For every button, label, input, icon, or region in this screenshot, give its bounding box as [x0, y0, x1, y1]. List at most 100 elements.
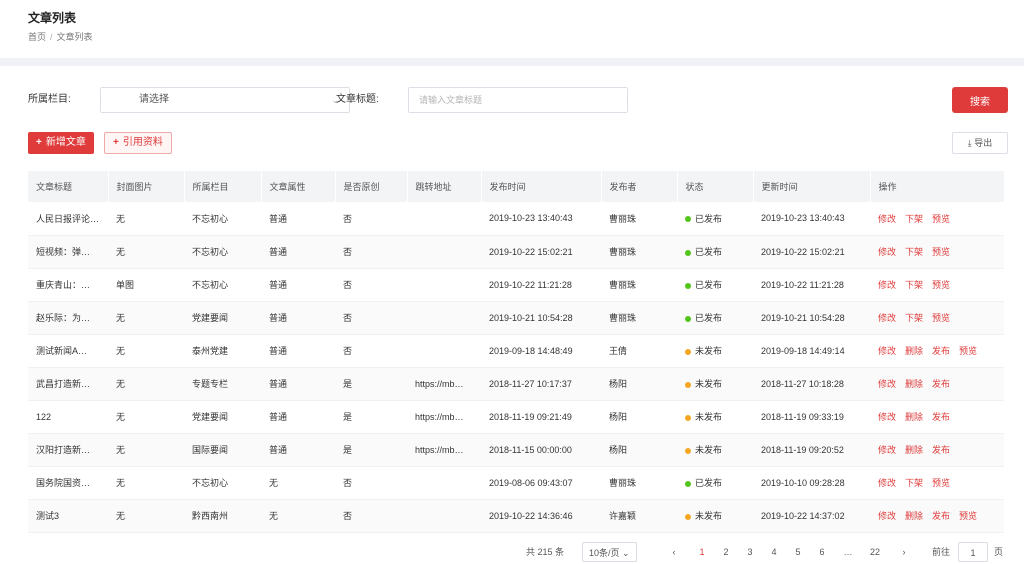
- page-2[interactable]: 2: [719, 542, 733, 562]
- add-article-label: 新增文章: [45, 137, 86, 148]
- cell-cover: 无: [108, 367, 184, 401]
- search-button[interactable]: 搜索: [952, 87, 1008, 113]
- col-header-status: 状态: [677, 171, 754, 202]
- cell-original: 否: [335, 334, 407, 368]
- cell-ops: 修改 删除 发布 预览: [870, 334, 1004, 368]
- row-action-link[interactable]: 预览: [932, 313, 950, 323]
- cell-attr: 普通: [261, 334, 335, 368]
- page-size-select[interactable]: 10条/页 ⌄: [582, 542, 637, 562]
- status-dot-icon: [685, 414, 691, 421]
- status-badge: 已发布: [695, 213, 723, 224]
- row-action-link[interactable]: 修改: [878, 511, 896, 521]
- next-page-button[interactable]: ›: [897, 542, 911, 562]
- import-material-button[interactable]: + 引用资料: [104, 132, 172, 154]
- row-action-link[interactable]: 下架: [905, 280, 923, 290]
- row-action-link[interactable]: 修改: [878, 412, 896, 422]
- status-badge: 已发布: [695, 313, 723, 323]
- page-4[interactable]: 4: [767, 542, 781, 562]
- breadcrumb: 首页 / 文章列表: [28, 32, 93, 42]
- row-action-link[interactable]: 预览: [932, 247, 950, 257]
- cell-ops: 修改 删除 发布: [870, 400, 1004, 434]
- row-action-link[interactable]: 修改: [878, 478, 896, 488]
- cell-link[interactable]: https://mb…: [407, 400, 481, 434]
- row-action-link[interactable]: 修改: [878, 313, 896, 323]
- row-action-link[interactable]: 发布: [932, 511, 950, 521]
- cell-pub-time: 2019-09-18 14:48:49: [481, 334, 601, 368]
- row-action-link[interactable]: 删除: [905, 412, 923, 422]
- row-action-link[interactable]: 修改: [878, 214, 896, 224]
- row-action-link[interactable]: 修改: [878, 247, 896, 257]
- cell-cover: 无: [108, 334, 184, 368]
- page-last[interactable]: 22: [868, 542, 882, 562]
- cell-pub-time: 2019-10-22 15:02:21: [481, 235, 601, 269]
- row-action-link[interactable]: 下架: [905, 478, 923, 488]
- row-action-link[interactable]: 删除: [905, 445, 923, 455]
- row-action-link[interactable]: 下架: [905, 247, 923, 257]
- table-row: 122 无党建要闻 普通是 https://mb… 2018-11-19 09:21:4…: [28, 400, 1004, 434]
- content-panel: 所属栏目: 请选择 ⌄ 文章标题: 搜索 +新增文章 +引用资料 ⤓ 导出 文章…: [0, 66, 1024, 564]
- row-action-link[interactable]: 修改: [878, 445, 896, 455]
- cell-pub-time: 2019-10-23 13:40:43: [481, 202, 601, 236]
- pages-ellipsis[interactable]: …: [841, 542, 855, 562]
- cell-title: 汉阳打造新…: [28, 433, 108, 467]
- status-dot-icon: [685, 315, 691, 322]
- article-table: 文章标题 封面图片 所属栏目 文章属性 是否原创 跳转地址 发布时间 发布者 状…: [28, 171, 1005, 533]
- status-badge: 未发布: [695, 379, 723, 389]
- cell-link[interactable]: https://mb…: [407, 367, 481, 401]
- cell-link[interactable]: [407, 301, 481, 335]
- cell-attr: 普通: [261, 400, 335, 434]
- row-action-link[interactable]: 发布: [932, 412, 950, 422]
- import-material-label: 引用资料: [122, 137, 163, 148]
- prev-page-button[interactable]: ‹: [667, 542, 681, 562]
- add-article-button[interactable]: + 新增文章: [28, 132, 94, 154]
- title-search-input[interactable]: [408, 87, 628, 113]
- cell-author: 杨阳: [601, 367, 677, 401]
- cell-cover: 无: [108, 235, 184, 269]
- row-action-link[interactable]: 发布: [932, 445, 950, 455]
- page-6[interactable]: 6: [815, 542, 829, 562]
- status-badge: 未发布: [695, 412, 723, 422]
- cell-link[interactable]: [407, 202, 481, 236]
- page-5[interactable]: 5: [791, 542, 805, 562]
- cell-title: 武昌打造新…: [28, 367, 108, 401]
- cell-cover: 无: [108, 400, 184, 434]
- table-row: 测试3 无黔西南州无否 2019-10-22 14:36:46 许嘉颖 未发布 2019-…: [28, 499, 1004, 533]
- cell-column: 泰州党建: [184, 334, 261, 368]
- cell-ops: 修改 下架 预览: [870, 235, 1004, 269]
- row-action-link[interactable]: 发布: [932, 346, 950, 356]
- breadcrumb-home[interactable]: 首页: [28, 32, 46, 42]
- export-button[interactable]: ⤓ 导出: [952, 132, 1008, 154]
- goto-label: 前往: [932, 547, 951, 557]
- row-action-link[interactable]: 修改: [878, 379, 896, 389]
- cell-link[interactable]: [407, 334, 481, 368]
- row-action-link[interactable]: 预览: [959, 346, 977, 356]
- page-1[interactable]: 1: [695, 542, 709, 562]
- cell-attr: 普通: [261, 301, 335, 335]
- cell-link[interactable]: [407, 235, 481, 269]
- cell-cover: 无: [108, 499, 184, 533]
- row-action-link[interactable]: 删除: [905, 379, 923, 389]
- row-action-link[interactable]: 修改: [878, 346, 896, 356]
- row-action-link[interactable]: 下架: [905, 313, 923, 323]
- row-action-link[interactable]: 修改: [878, 280, 896, 290]
- page-3[interactable]: 3: [743, 542, 757, 562]
- row-action-link[interactable]: 预览: [932, 214, 950, 224]
- cell-original: 否: [335, 268, 407, 302]
- row-action-link[interactable]: 发布: [932, 379, 950, 389]
- column-select[interactable]: 请选择 ⌄: [100, 87, 350, 113]
- cell-link[interactable]: https://mb…: [407, 433, 481, 467]
- goto-page-input[interactable]: 1: [958, 542, 988, 562]
- cell-attr: 普通: [261, 235, 335, 269]
- row-action-link[interactable]: 预览: [932, 478, 950, 488]
- row-action-link[interactable]: 删除: [905, 511, 923, 521]
- cell-link[interactable]: [407, 466, 481, 500]
- row-action-link[interactable]: 预览: [932, 280, 950, 290]
- cell-link[interactable]: [407, 499, 481, 533]
- row-action-link[interactable]: 删除: [905, 346, 923, 356]
- cell-link[interactable]: [407, 268, 481, 302]
- row-action-link[interactable]: 预览: [959, 511, 977, 521]
- row-action-link[interactable]: 下架: [905, 214, 923, 224]
- cell-ops: 修改 下架 预览: [870, 301, 1004, 335]
- cell-author: 曹丽珠: [601, 268, 677, 302]
- status-dot-icon: [685, 480, 691, 487]
